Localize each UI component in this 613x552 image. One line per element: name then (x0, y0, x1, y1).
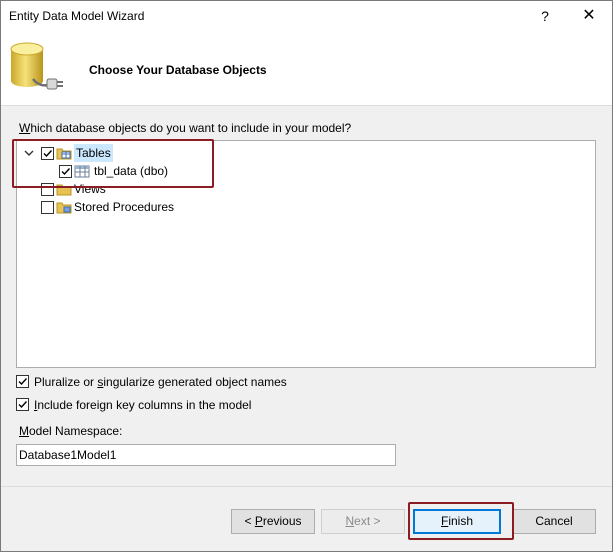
pluralize-label-post: ingularize generated object names (103, 375, 287, 389)
model-namespace-input[interactable]: Database1Model1 (16, 444, 396, 466)
next-label: ext > (354, 514, 381, 528)
previous-button[interactable]: < Previous (231, 509, 315, 534)
page-title: Choose Your Database Objects (89, 63, 267, 77)
previous-mnemonic: P (254, 514, 263, 528)
prompt-mnemonic: W (19, 121, 31, 135)
wizard-header: Choose Your Database Objects (1, 31, 612, 106)
tree-item-label: Stored Procedures (74, 200, 175, 214)
previous-prefix: < (244, 514, 255, 528)
database-connection-icon (10, 42, 63, 90)
namespace-mnemonic: M (19, 424, 29, 438)
annotation-highlight-tables (12, 139, 214, 188)
annotation-highlight-finish (408, 502, 514, 540)
stored-procedures-folder-icon (56, 202, 72, 214)
next-button[interactable]: Next > (321, 509, 405, 534)
namespace-label-rest: odel Namespace: (29, 424, 123, 438)
pluralize-label-pre: Pluralize or (34, 375, 98, 389)
pluralize-checkbox[interactable] (16, 375, 29, 388)
pluralize-label: Pluralize or singularize generated objec… (34, 374, 287, 390)
footer-separator (1, 486, 612, 487)
window-title: Entity Data Model Wizard (9, 9, 145, 23)
wizard-window: Entity Data Model Wizard ? ✕ Choose Your… (0, 0, 613, 552)
title-bar: Entity Data Model Wizard ? ✕ (1, 1, 612, 31)
prompt-text: hich database objects do you want to inc… (30, 121, 352, 135)
foreign-keys-label: Include foreign key columns in the model (34, 397, 251, 413)
next-mnemonic: N (345, 514, 355, 528)
objects-prompt: Which database objects do you want to in… (19, 121, 351, 135)
close-button[interactable]: ✕ (567, 3, 611, 29)
foreign-keys-label-post: nclude foreign key columns in the model (37, 398, 252, 412)
stored-procedures-checkbox[interactable] (41, 201, 54, 214)
model-namespace-label: Model Namespace: (19, 424, 122, 438)
cancel-button[interactable]: Cancel (512, 509, 596, 534)
foreign-keys-checkbox[interactable] (16, 398, 29, 411)
help-button[interactable]: ? (523, 3, 567, 29)
previous-label: revious (262, 514, 302, 528)
tree-item-stored-procedures[interactable]: Stored Procedures (41, 198, 191, 216)
